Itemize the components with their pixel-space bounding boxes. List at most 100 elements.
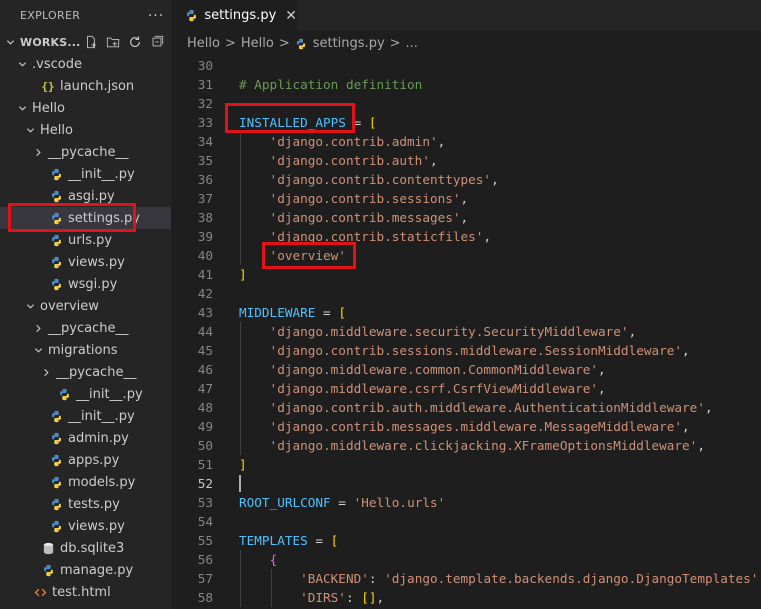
code-text: 'BACKEND': 'django.template.backends.dja… bbox=[239, 569, 761, 588]
breadcrumb-item[interactable]: Hello bbox=[241, 36, 274, 51]
code-text: 'django.contrib.admin', bbox=[239, 132, 446, 151]
explorer-header: EXPLORER ··· bbox=[0, 0, 171, 31]
folder-item[interactable]: overview bbox=[0, 295, 171, 317]
file-item[interactable]: db.sqlite3 bbox=[0, 537, 171, 559]
code-token: 'django.template.backends.django.DjangoT… bbox=[384, 571, 759, 586]
folder-item[interactable]: Hello bbox=[0, 97, 171, 119]
folder-item[interactable]: __pycache__ bbox=[0, 361, 171, 383]
file-tree: WORKS... .vscode {} launch.json Hello Hello __… bbox=[0, 31, 171, 603]
file-item[interactable]: manage.py bbox=[0, 559, 171, 581]
line-number: 30 bbox=[197, 58, 213, 73]
file-item[interactable]: views.py bbox=[0, 515, 171, 537]
code-token: = bbox=[315, 305, 339, 320]
tree-item-label: asgi.py bbox=[68, 188, 115, 204]
new-folder-icon[interactable] bbox=[105, 34, 121, 50]
file-item[interactable]: admin.py bbox=[0, 427, 171, 449]
file-item[interactable]: wsgi.py bbox=[0, 273, 171, 295]
code-line: 46 'django.middleware.common.CommonMiddl… bbox=[171, 360, 761, 379]
breadcrumb-item[interactable]: settings.py bbox=[313, 36, 385, 51]
code-token: ] bbox=[239, 457, 247, 472]
tree-item-label: apps.py bbox=[68, 452, 120, 468]
code-token: 'django.contrib.contenttypes' bbox=[239, 172, 492, 187]
file-item[interactable]: __init__.py bbox=[0, 163, 171, 185]
line-number: 57 bbox=[197, 571, 213, 586]
file-item[interactable]: urls.py bbox=[0, 229, 171, 251]
python-file-icon bbox=[48, 276, 64, 292]
tab-bar: settings.py ✕ bbox=[171, 0, 761, 31]
line-number: 32 bbox=[197, 96, 213, 111]
breadcrumb-item[interactable]: Hello bbox=[187, 36, 220, 51]
file-item[interactable]: __init__.py bbox=[0, 405, 171, 427]
line-number: 49 bbox=[197, 419, 213, 434]
code-line: 56 { bbox=[171, 550, 761, 569]
code-token: MIDDLEWARE bbox=[239, 305, 316, 320]
code-token: TEMPLATES bbox=[239, 533, 308, 548]
line-number: 34 bbox=[197, 134, 213, 149]
folder-item[interactable]: Hello bbox=[0, 119, 171, 141]
file-item[interactable]: settings.py bbox=[0, 207, 171, 229]
tab-settings-py[interactable]: settings.py ✕ bbox=[171, 0, 297, 31]
refresh-icon[interactable] bbox=[127, 34, 143, 50]
line-number: 35 bbox=[197, 153, 213, 168]
file-item[interactable]: {} launch.json bbox=[0, 75, 171, 97]
text-cursor bbox=[239, 475, 241, 492]
breadcrumb-item[interactable]: ... bbox=[406, 36, 418, 51]
file-item[interactable]: models.py bbox=[0, 471, 171, 493]
python-file-icon bbox=[48, 408, 64, 424]
code-line: 42 bbox=[171, 284, 761, 303]
code-token: [ bbox=[330, 533, 339, 548]
code-line: 39 'django.contrib.staticfiles', bbox=[171, 227, 761, 246]
code-text: MIDDLEWARE = [ bbox=[239, 303, 346, 322]
chevron-right-icon bbox=[32, 148, 44, 157]
line-number: 41 bbox=[197, 267, 213, 282]
breadcrumb-separator: > bbox=[278, 36, 290, 51]
code-text: 'django.middleware.csrf.CsrfViewMiddlewa… bbox=[239, 379, 606, 398]
code-token: , bbox=[376, 590, 385, 605]
collapse-all-icon[interactable] bbox=[149, 34, 165, 50]
breadcrumb-separator: > bbox=[224, 36, 236, 51]
file-item[interactable]: apps.py bbox=[0, 449, 171, 471]
code-token: 'django.middleware.csrf.CsrfViewMiddlewa… bbox=[239, 381, 599, 396]
file-item[interactable]: __init__.py bbox=[0, 383, 171, 405]
file-item[interactable]: tests.py bbox=[0, 493, 171, 515]
code-line: 47 'django.middleware.csrf.CsrfViewMiddl… bbox=[171, 379, 761, 398]
code-line: 48 'django.contrib.auth.middleware.Authe… bbox=[171, 398, 761, 417]
tree-item-label: .vscode bbox=[32, 56, 82, 72]
new-file-icon[interactable] bbox=[83, 34, 99, 50]
code-line: 36 'django.contrib.contenttypes', bbox=[171, 170, 761, 189]
workspace-root[interactable]: WORKS... bbox=[0, 31, 171, 53]
python-file-icon bbox=[295, 37, 309, 51]
code-line: 58 'DIRS': [], bbox=[171, 588, 761, 607]
more-actions-icon[interactable]: ··· bbox=[141, 8, 171, 24]
code-token: : bbox=[345, 590, 362, 605]
indent-guide bbox=[240, 550, 241, 607]
chevron-down-icon bbox=[24, 126, 36, 135]
python-file-icon bbox=[48, 232, 64, 248]
code-line: 37 'django.contrib.sessions', bbox=[171, 189, 761, 208]
close-tab-icon[interactable]: ✕ bbox=[285, 8, 297, 24]
code-line: 32 bbox=[171, 94, 761, 113]
code-text: ] bbox=[239, 265, 247, 284]
code-token: 'BACKEND' bbox=[239, 571, 369, 586]
tree-item-label: views.py bbox=[68, 254, 125, 270]
code-token: , bbox=[429, 153, 438, 168]
folder-item[interactable]: __pycache__ bbox=[0, 141, 171, 163]
python-file-icon bbox=[56, 386, 72, 402]
file-item[interactable]: test.html bbox=[0, 581, 171, 603]
folder-item[interactable]: .vscode bbox=[0, 53, 171, 75]
tree-item-label: migrations bbox=[48, 342, 118, 358]
python-file-icon bbox=[184, 8, 199, 24]
code-token: INSTALLED_APPS bbox=[239, 115, 346, 130]
code-text: 'django.contrib.messages.middleware.Mess… bbox=[239, 417, 690, 436]
tree-item-label: tests.py bbox=[68, 496, 120, 512]
code-editor[interactable]: 30 31 # Application definition 32 33 INSTALLE… bbox=[171, 56, 761, 609]
folder-item[interactable]: __pycache__ bbox=[0, 317, 171, 339]
chevron-down-icon bbox=[16, 104, 28, 113]
code-line: 33 INSTALLED_APPS = [ bbox=[171, 113, 761, 132]
folder-item[interactable]: migrations bbox=[0, 339, 171, 361]
tree-item-label: Hello bbox=[32, 100, 65, 116]
file-item[interactable]: views.py bbox=[0, 251, 171, 273]
code-token: , bbox=[697, 438, 705, 453]
file-item[interactable]: asgi.py bbox=[0, 185, 171, 207]
chevron-down-icon bbox=[32, 346, 44, 355]
